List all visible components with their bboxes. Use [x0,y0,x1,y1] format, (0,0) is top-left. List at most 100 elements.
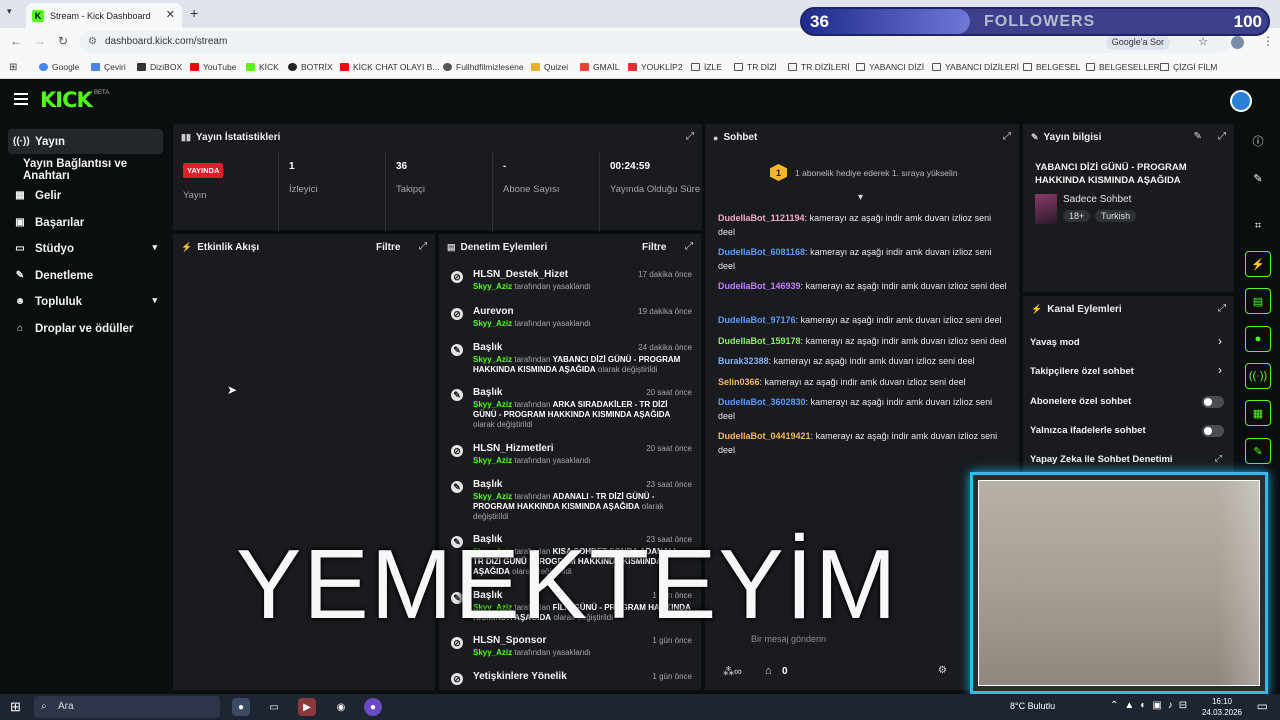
back-icon[interactable]: ← [10,34,22,48]
sidebar-item-denetleme[interactable]: ✎ Denetleme [8,263,163,288]
viewers-link-icon[interactable]: ⁂∞ [723,665,742,678]
emotes-only-toggle[interactable] [1202,425,1224,437]
system-tray-icons[interactable]: ⌃▲◐▣♪⊟ [1110,700,1193,711]
windows-start-icon[interactable]: ⊞ [10,699,21,715]
bookmark-gmail[interactable]: GMAİL [580,62,619,72]
chat-username[interactable]: DudellaBot_3602830 [718,397,806,407]
moderator-name[interactable]: Skyy_Aziz [473,282,512,291]
expand-icon[interactable]: ⤢ [686,131,694,142]
category-name[interactable]: Sadece Sohbet [1063,194,1131,205]
chevron-right-icon[interactable]: › [1218,363,1222,377]
menu-icon[interactable] [14,93,28,105]
browser-menu-icon[interactable]: ⋮ [1262,34,1274,48]
bookmark-belgesel[interactable]: BELGESEL [1023,62,1080,72]
chat-message[interactable]: DudellaBot_04419421: kamerayı az aşağı i… [718,429,1008,457]
chat-message[interactable]: DudellaBot_97176: kamerayı az aşağı indi… [718,313,1008,327]
chat-message[interactable]: DudellaBot_159178: kamerayı az aşağı ind… [718,334,1008,348]
forward-icon[interactable]: → [34,34,46,48]
sidebar-item-topluluk[interactable]: ☻ Topluluk ▾ [8,289,163,314]
bookmark-tr-dizileri[interactable]: TR DİZİLERİ [788,62,850,72]
close-tab-icon[interactable]: ✕ [166,8,175,21]
gift-icon[interactable]: ⌂ [765,665,772,677]
bookmark-belgeseller[interactable]: BELGESELLER [1086,62,1160,72]
sidebar-item-studyo[interactable]: ▭ Stüdyo ▾ [8,236,163,261]
expand-icon[interactable]: ⤢ [1218,131,1226,142]
bookmark-tr-dizi[interactable]: TR DİZİ [734,62,777,72]
bookmark-google[interactable]: Google [39,62,79,72]
gift-sub-banner[interactable]: 1 1 abonelik hediye ederek 1. sıraya yük… [770,164,958,181]
bookmark-kick-chat[interactable]: KİCK CHAT OLAYI B... [340,62,439,72]
crop-icon[interactable]: ⌗ [1245,213,1271,239]
browser-tab[interactable]: K Stream - Kick Dashboard ✕ [26,3,182,28]
chat-icon[interactable]: ● [1245,326,1271,352]
bookmark-dizibox[interactable]: DiziBOX [137,62,182,72]
expand-icon[interactable]: ⤢ [685,241,693,252]
moderation-filter-button[interactable]: Filtre [642,242,666,253]
apps-grid-icon[interactable]: ⊞ [9,62,17,73]
tab-search-icon[interactable]: ▾ [7,6,12,17]
expand-icon[interactable]: ⤢ [1003,131,1011,142]
moderator-name[interactable]: Skyy_Aziz [473,319,512,328]
chevron-right-icon[interactable]: › [1218,334,1222,348]
file-explorer-icon[interactable]: ▭ [265,698,283,716]
moderator-name[interactable]: Skyy_Aziz [473,648,512,657]
chat-username[interactable]: DudellaBot_1121194 [718,213,805,223]
chat-message[interactable]: DudellaBot_3602830: kamerayı az aşağı in… [718,395,1008,423]
subs-only-toggle[interactable] [1202,396,1224,408]
edit-icon[interactable]: ✎ [1194,131,1202,142]
lightning-icon[interactable]: ⚡ [1245,251,1271,277]
moderator-name[interactable]: Skyy_Aziz [473,355,512,364]
chat-username[interactable]: DudellaBot_146939 [718,281,801,291]
sidebar-item-droplar[interactable]: ⌂ Droplar ve ödüller [8,316,163,341]
chrome-icon[interactable]: ● [232,698,250,716]
chat-settings-icon[interactable]: ⚙ [938,665,947,676]
followers-only-row[interactable]: Takipçilere özel sohbet [1030,366,1230,377]
user-avatar[interactable] [1230,90,1252,112]
ai-moderation-row[interactable]: Yapay Zeka ile Sohbet Denetimi [1030,454,1230,465]
chat-message[interactable]: Selin0366: kamerayı az aşağı indir amk d… [718,375,1008,389]
profile-avatar-icon[interactable] [1231,36,1244,49]
external-link-icon[interactable]: ⤢ [1215,453,1222,464]
bookmark-yabanci-dizi[interactable]: YABANCI DİZİ [856,62,924,72]
wrench-icon[interactable]: ✎ [1245,438,1271,464]
bookmark-quizei[interactable]: Quizei [531,62,568,72]
chat-message[interactable]: DudellaBot_146939: kamerayı az aşağı ind… [718,279,1008,293]
sidebar-item-stream-key[interactable]: Yayın Bağlantısı ve Anahtarı [18,157,173,182]
chat-username[interactable]: DudellaBot_97176 [718,315,796,325]
chat-message[interactable]: Burak32388: kamerayı az aşağı indir amk … [718,354,1008,368]
chat-username[interactable]: DudellaBot_159178 [718,336,801,346]
chevron-down-icon[interactable]: ▾ [858,192,863,203]
sidebar-item-yayin[interactable]: ((·)) Yayın [8,129,163,154]
moderator-name[interactable]: Skyy_Aziz [473,400,512,409]
expand-icon[interactable]: ⤢ [1218,303,1226,314]
bookmark-kick[interactable]: KİCK [246,62,279,72]
moderator-name[interactable]: Skyy_Aziz [473,492,512,501]
google-ask-button[interactable]: Google'a Sor [1105,35,1170,50]
slow-mode-row[interactable]: Yavaş mod [1030,337,1230,348]
new-tab-icon[interactable]: + [190,5,198,21]
broadcast-icon[interactable]: ((·)) [1245,363,1271,389]
bookmark-youklip[interactable]: YOUKLİP2 [628,62,683,72]
chat-message[interactable]: DudellaBot_1121194: kamerayı az aşağı in… [718,211,1008,239]
server-icon[interactable]: ▦ [1245,400,1271,426]
bookmark-ceviri[interactable]: Çeviri [91,62,126,72]
info-icon[interactable]: ⓘ [1245,128,1271,154]
taskbar-clock[interactable]: 16:10 24.03.2026 [1202,696,1242,718]
pencil-icon[interactable]: ✎ [1245,165,1271,191]
reload-icon[interactable]: ↻ [58,34,68,48]
sidebar-item-gelir[interactable]: ▦ Gelir [8,183,163,208]
bookmark-izle[interactable]: İZLE [691,62,722,72]
site-info-icon[interactable]: ⚙ [88,31,97,53]
sidebar-item-basarilar[interactable]: ▣ Başarılar [8,210,163,235]
activity-filter-button[interactable]: Filtre [376,242,400,253]
notes-icon[interactable]: ▤ [1245,288,1271,314]
bookmark-cizgi-film[interactable]: ÇİZGİ FİLM [1160,62,1217,72]
media-icon[interactable]: ▶ [298,698,316,716]
expand-icon[interactable]: ⤢ [419,241,427,252]
moderator-name[interactable]: Skyy_Aziz [473,456,512,465]
kick-logo[interactable]: KICK [40,88,93,112]
bookmark-botrix[interactable]: BOTRİX [288,62,333,72]
weather-widget[interactable]: 8°C Bulutlu [1010,701,1055,711]
chat-username[interactable]: Selin0366 [718,377,760,387]
bookmark-yabanci-dizileri[interactable]: YABANCI DİZİLERİ [932,62,1019,72]
